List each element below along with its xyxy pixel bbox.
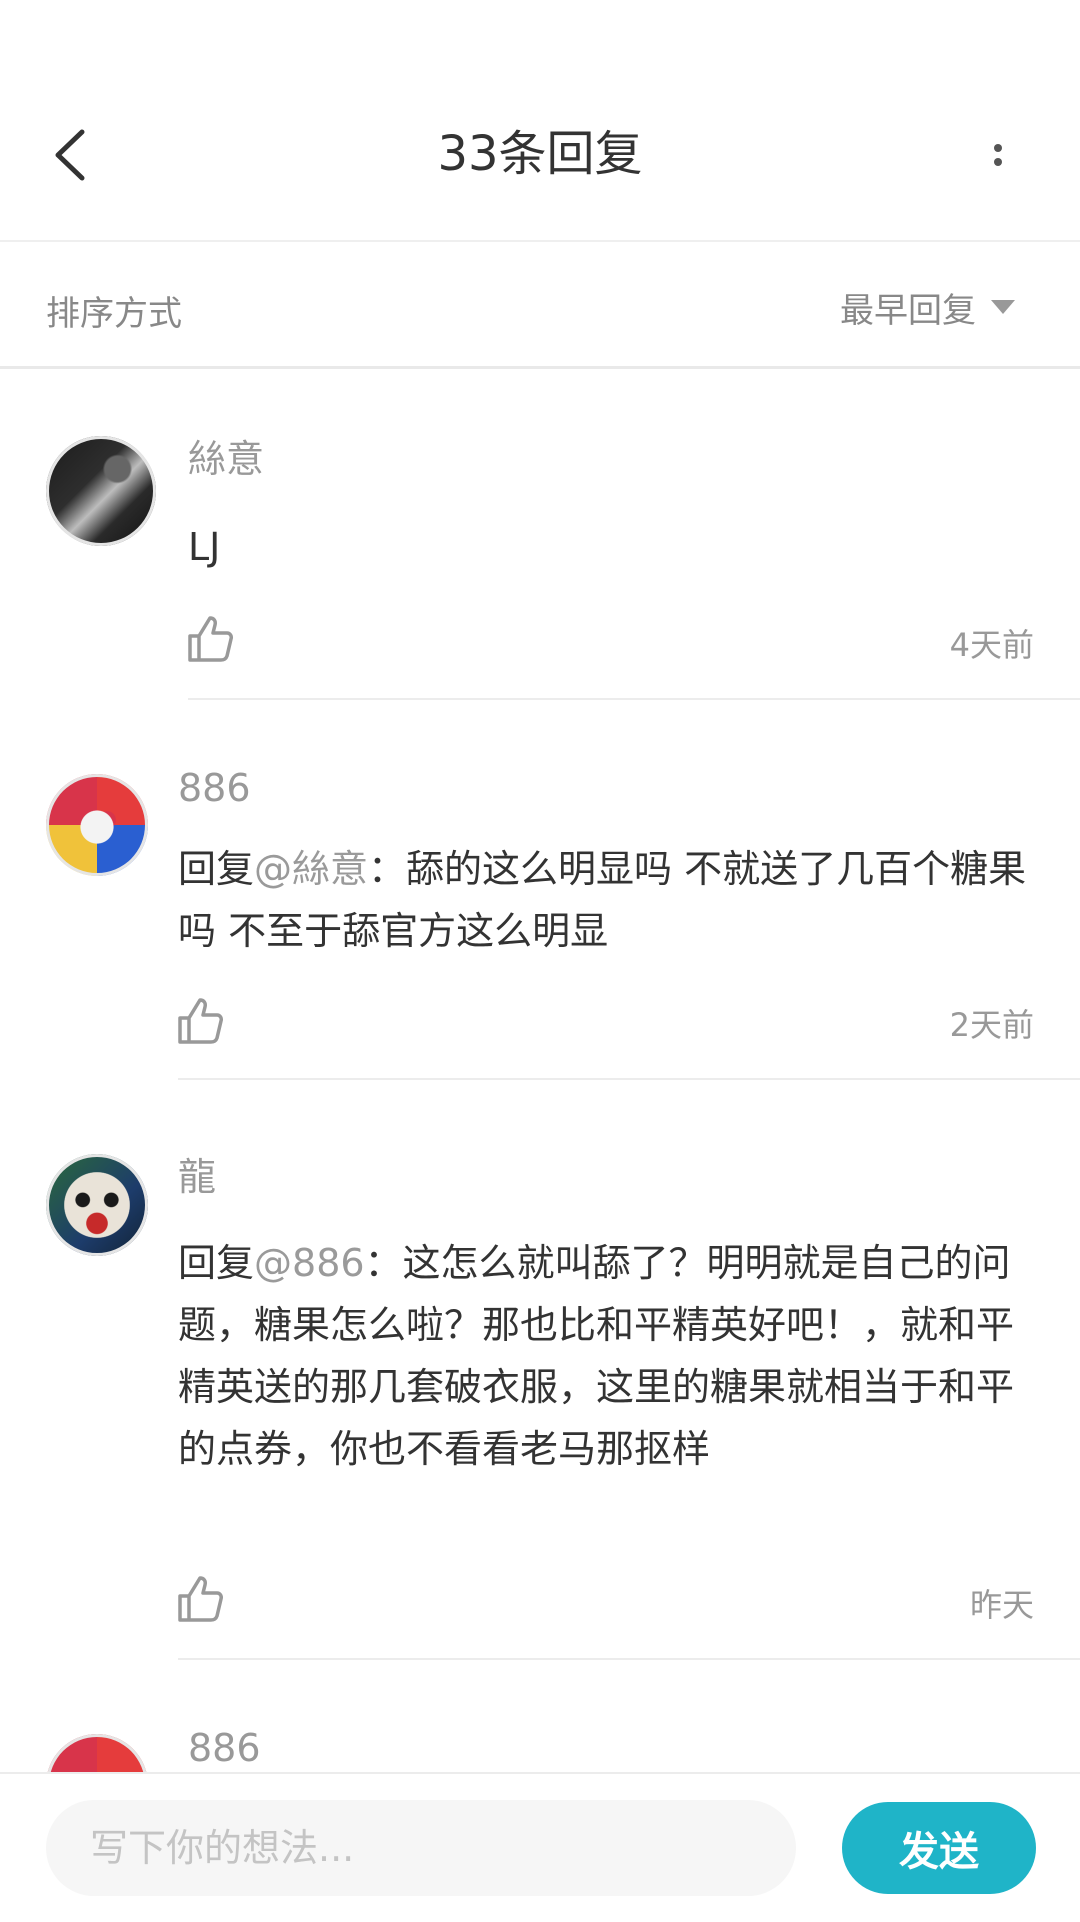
comment-username[interactable]: 886	[178, 766, 251, 810]
thumbs-up-icon	[188, 616, 233, 662]
reply-prefix: 回复	[178, 1241, 255, 1285]
sort-value: 最早回复	[840, 290, 976, 331]
mention-link[interactable]: @絲意	[254, 847, 368, 891]
mention-link[interactable]: @886	[254, 1241, 365, 1285]
comment-divider	[188, 698, 1080, 700]
comment-time: 2天前	[949, 1006, 1034, 1044]
comment-text: LJ	[188, 525, 221, 569]
comment-divider	[178, 1658, 1080, 1660]
comment-divider	[178, 1078, 1080, 1080]
comment-text: 回复@886：这怎么就叫舔了？明明就是自己的问题，糖果怎么啦？那也比和平精英好吧…	[178, 1232, 1038, 1480]
page-title: 33条回复	[437, 126, 643, 182]
comment-input[interactable]	[46, 1800, 796, 1896]
comment-time: 昨天	[969, 1586, 1034, 1624]
comment-username[interactable]: 龍	[178, 1146, 216, 1201]
like-button[interactable]	[186, 614, 236, 668]
more-vertical-icon	[994, 138, 1002, 172]
comment-time: 4天前	[949, 626, 1034, 664]
like-button[interactable]	[176, 996, 226, 1050]
sort-label: 排序方式	[46, 294, 182, 334]
like-button[interactable]	[176, 1574, 226, 1628]
thumbs-up-icon	[178, 1576, 223, 1622]
top-bar	[0, 0, 1080, 242]
caret-down-icon	[991, 300, 1015, 314]
more-options-button[interactable]	[968, 130, 1028, 180]
reply-prefix: 回复	[178, 847, 255, 891]
avatar[interactable]	[46, 436, 156, 546]
avatar[interactable]	[46, 1154, 148, 1256]
comment-text: 回复@絲意：舔的这么明显吗 不就送了几百个糖果吗 不至于舔官方这么明显	[178, 838, 1038, 962]
comment-username[interactable]: 絲意	[188, 428, 264, 483]
thumbs-up-icon	[178, 998, 223, 1044]
avatar[interactable]	[46, 774, 148, 876]
comment-username[interactable]: 886	[188, 1726, 261, 1770]
send-button[interactable]: 发送	[842, 1802, 1036, 1894]
sort-dropdown[interactable]: 最早回复	[840, 282, 1016, 332]
